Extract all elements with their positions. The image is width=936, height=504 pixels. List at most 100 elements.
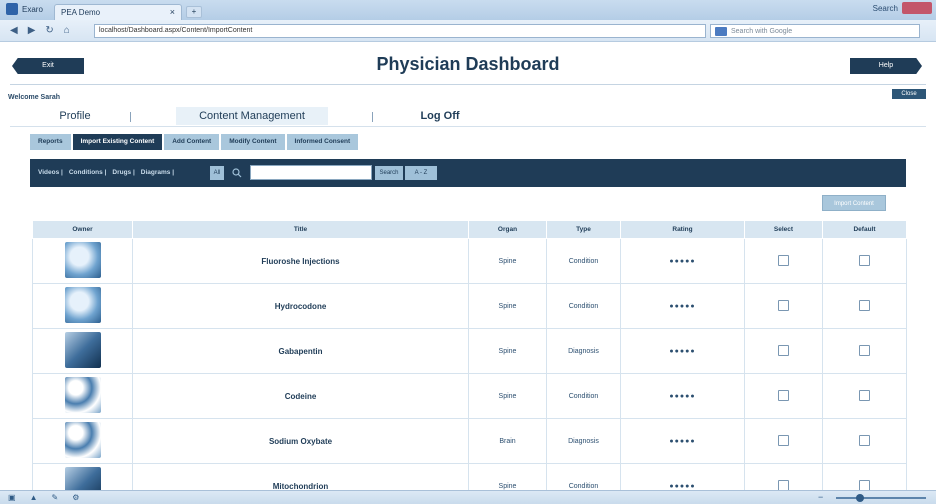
default-checkbox[interactable] [859,389,870,401]
default-checkbox[interactable] [859,479,870,491]
title-cell[interactable]: Sodium Oxybate [132,418,469,464]
menu-separator [372,112,373,122]
menu-item-log-off[interactable]: Log Off [400,107,480,125]
page-icon[interactable]: ▣ [8,493,16,502]
rating-cell[interactable]: ●●●●● [620,283,745,329]
column-header-owner[interactable]: Owner [32,220,133,239]
tab-modify-content[interactable]: Modify Content [221,134,285,150]
close-tab-icon[interactable]: × [170,7,175,17]
filter-drugs[interactable]: Drugs | [112,169,134,176]
window-close-button[interactable] [902,2,932,14]
import-content-button[interactable]: Import Content [822,195,886,211]
title-cell[interactable]: Fluoroshe Injections [132,238,469,284]
address-bar[interactable]: localhost/Dashboard.aspx/Content/ImportC… [94,24,706,38]
type-cell: Diagnosis [546,328,621,374]
web-search-box[interactable]: Search with Google [710,24,920,38]
select-checkbox[interactable] [778,254,789,266]
table-row: Codeine Spine Condition ●●●●● [32,373,907,419]
tab-import-existing-content[interactable]: Import Existing Content [72,134,163,150]
filter-links: Videos | Conditions | Drugs | Diagrams | [38,169,174,176]
owner-thumbnail[interactable] [64,377,101,413]
filter-bar: Videos | Conditions | Drugs | Diagrams |… [30,159,906,187]
filter-all-button[interactable]: All [210,166,224,180]
column-header-title[interactable]: Title [132,220,469,239]
upload-icon[interactable]: ▲ [30,493,38,502]
select-checkbox[interactable] [778,479,789,491]
owner-thumbnail[interactable] [64,287,101,323]
title-cell[interactable]: Codeine [132,373,469,419]
menu-item-profile[interactable]: Profile [30,107,120,125]
zoom-out-icon[interactable]: − [818,492,823,502]
search-engine-icon [715,26,727,36]
settings-gear-icon[interactable]: ⚙ [72,493,79,502]
type-cell: Condition [546,373,621,419]
column-header-rating[interactable]: Rating [620,220,745,239]
default-checkbox[interactable] [859,344,870,356]
browser-tab[interactable]: PEA Demo × [54,4,182,20]
default-cell [822,238,907,284]
select-checkbox[interactable] [778,434,789,446]
organ-cell: Brain [468,418,547,464]
filter-videos[interactable]: Videos | [38,169,63,176]
welcome-text: Welcome Sarah [8,94,61,101]
select-checkbox[interactable] [778,389,789,401]
owner-cell [32,283,133,329]
column-header-organ[interactable]: Organ [468,220,547,239]
type-cell: Condition [546,283,621,329]
zoom-slider-knob[interactable] [856,494,864,502]
type-cell: Diagnosis [546,418,621,464]
type-cell: Condition [546,238,621,284]
table-row: Gabapentin Spine Diagnosis ●●●●● [32,328,907,374]
tab-add-content[interactable]: Add Content [164,134,220,150]
search-input[interactable] [250,165,372,180]
default-checkbox[interactable] [859,254,870,266]
menu-divider [10,126,926,127]
default-checkbox[interactable] [859,299,870,311]
select-checkbox[interactable] [778,344,789,356]
title-cell[interactable]: Gabapentin [132,328,469,374]
rating-cell[interactable]: ●●●●● [620,328,745,374]
new-tab-button[interactable]: + [186,6,202,18]
menu-item-content-management[interactable]: Content Management [176,107,328,125]
tab-reports[interactable]: Reports [30,134,71,150]
browser-app-name: Exaro [22,4,43,14]
owner-thumbnail[interactable] [64,422,101,458]
window-label: Search [872,3,898,13]
column-header-default[interactable]: Default [822,220,907,239]
default-checkbox[interactable] [859,434,870,446]
organ-cell: Spine [468,283,547,329]
refresh-icon[interactable]: ↻ [45,25,53,36]
rating-cell[interactable]: ●●●●● [620,238,745,284]
title-cell[interactable]: Hydrocodone [132,283,469,329]
owner-cell [32,418,133,464]
rating-cell[interactable]: ●●●●● [620,418,745,464]
tools-icon[interactable]: ✎ [51,493,58,502]
close-button[interactable]: Close [892,89,926,99]
forward-arrow-icon[interactable]: ▶ [28,25,36,36]
filter-conditions[interactable]: Conditions | [69,169,107,176]
home-icon[interactable]: ⌂ [64,25,70,36]
filter-diagrams[interactable]: Diagrams | [141,169,174,176]
zoom-slider[interactable] [836,494,926,502]
select-checkbox[interactable] [778,299,789,311]
sub-tabs: Reports Import Existing Content Add Cont… [30,134,359,150]
search-icon [232,168,242,178]
default-cell [822,283,907,329]
select-cell [744,328,823,374]
help-button[interactable]: Help [850,58,922,74]
default-cell [822,373,907,419]
organ-cell: Spine [468,238,547,284]
owner-thumbnail[interactable] [64,242,101,278]
select-cell [744,418,823,464]
back-arrow-icon[interactable]: ◀ [10,25,18,36]
search-button[interactable]: Search [375,166,403,180]
owner-thumbnail[interactable] [64,332,101,368]
browser-app-label: Exaro [6,3,43,15]
tab-informed-consent[interactable]: Informed Consent [286,134,359,150]
column-header-type[interactable]: Type [546,220,621,239]
rating-cell[interactable]: ●●●●● [620,373,745,419]
column-header-select[interactable]: Select [744,220,823,239]
table-row: Fluoroshe Injections Spine Condition ●●●… [32,238,907,284]
dashboard-header: Exit Physician Dashboard Help [0,48,936,84]
sort-az-button[interactable]: A - Z [405,166,437,180]
